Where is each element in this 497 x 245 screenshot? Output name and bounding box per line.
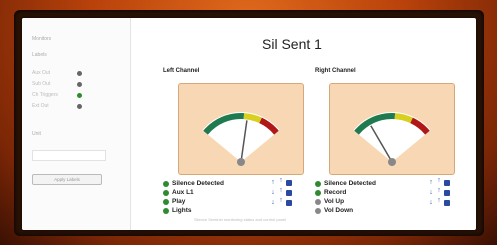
status-label: Vol Down: [324, 207, 354, 214]
stop-icon[interactable]: [286, 200, 292, 206]
sidebar-item-label: Sub Out: [32, 81, 51, 87]
page-title: Sil Sent 1: [262, 36, 322, 52]
arrow-up-icon[interactable]: ↑: [270, 179, 276, 186]
stop-icon[interactable]: [444, 190, 450, 196]
status-indicator: [163, 181, 169, 187]
status-indicator: [163, 199, 169, 205]
sidebar-item[interactable]: Ext Out: [32, 103, 92, 111]
right-channel-title: Right Channel: [315, 68, 356, 74]
meter-face: [353, 112, 431, 162]
status-indicator: [315, 199, 321, 205]
status-indicator: [315, 190, 321, 196]
unit-input[interactable]: [32, 150, 106, 161]
status-dot-icon: [77, 71, 82, 76]
right-channel-meter: [329, 83, 455, 175]
meter-hub: [237, 158, 245, 166]
unit-label: Unit: [32, 131, 41, 137]
sidebar-item-label: Aux Out: [32, 70, 51, 76]
stop-icon[interactable]: [286, 180, 292, 186]
status-indicator: [315, 181, 321, 187]
stop-icon[interactable]: [444, 180, 450, 186]
arrow-down-icon[interactable]: ↓: [270, 189, 276, 196]
status-indicator: [315, 208, 321, 214]
right-channel-controls[interactable]: ↑ ↑ ↓ ↑ ↓ ↑: [428, 177, 452, 210]
status-label: Vol Up: [324, 198, 345, 205]
screen: Monitors Labels Aux Out Sub Out Ch Trigg…: [22, 18, 476, 230]
status-dot-icon: [77, 93, 82, 98]
left-channel-title: Left Channel: [163, 68, 200, 74]
status-label: Record: [324, 189, 347, 196]
sidebar-item[interactable]: Sub Out: [32, 81, 92, 89]
arrow-up-icon[interactable]: ↑: [278, 197, 284, 204]
sidebar: Monitors Labels Aux Out Sub Out Ch Trigg…: [22, 18, 131, 230]
arrow-up-icon[interactable]: ↑: [436, 197, 442, 204]
arrow-down-icon[interactable]: ↓: [270, 199, 276, 206]
sidebar-item-label: Ch Triggers: [32, 92, 58, 98]
arrow-up-icon[interactable]: ↑: [428, 179, 434, 186]
status-indicator: [163, 208, 169, 214]
sidebar-item-label: Ext Out: [32, 103, 49, 109]
apply-labels-button[interactable]: Apply Labels: [32, 174, 102, 185]
status-label: Play: [172, 198, 186, 205]
meter-gauge-icon: [202, 112, 280, 166]
left-channel-controls[interactable]: ↑ ↑ ↓ ↑ ↓ ↑: [270, 177, 294, 210]
sidebar-subheading: Labels: [32, 52, 47, 58]
arrow-up-icon[interactable]: ↑: [278, 177, 284, 184]
sidebar-item[interactable]: Ch Triggers: [32, 92, 92, 100]
status-label: Silence Detected: [324, 180, 377, 187]
arrow-up-icon[interactable]: ↑: [436, 187, 442, 194]
arrow-down-icon[interactable]: ↓: [428, 189, 434, 196]
footer-text: Silence Sentinel monitoring status and c…: [194, 217, 287, 222]
meter-gauge-icon: [353, 112, 431, 166]
status-indicator: [163, 190, 169, 196]
meter-hub: [388, 158, 396, 166]
device-frame: Monitors Labels Aux Out Sub Out Ch Trigg…: [0, 0, 497, 245]
arrow-up-icon[interactable]: ↑: [436, 177, 442, 184]
stop-icon[interactable]: [286, 190, 292, 196]
status-dot-icon: [77, 104, 82, 109]
status-label: Lights: [172, 207, 192, 214]
left-channel-meter: [178, 83, 304, 175]
status-label: Silence Detected: [172, 180, 225, 187]
sidebar-item[interactable]: Aux Out: [32, 70, 92, 78]
stop-icon[interactable]: [444, 200, 450, 206]
arrow-up-icon[interactable]: ↑: [278, 187, 284, 194]
sidebar-heading: Monitors: [32, 36, 52, 42]
arrow-down-icon[interactable]: ↓: [428, 199, 434, 206]
status-dot-icon: [77, 82, 82, 87]
status-label: Aux L1: [172, 189, 194, 196]
meter-face: [202, 112, 280, 162]
